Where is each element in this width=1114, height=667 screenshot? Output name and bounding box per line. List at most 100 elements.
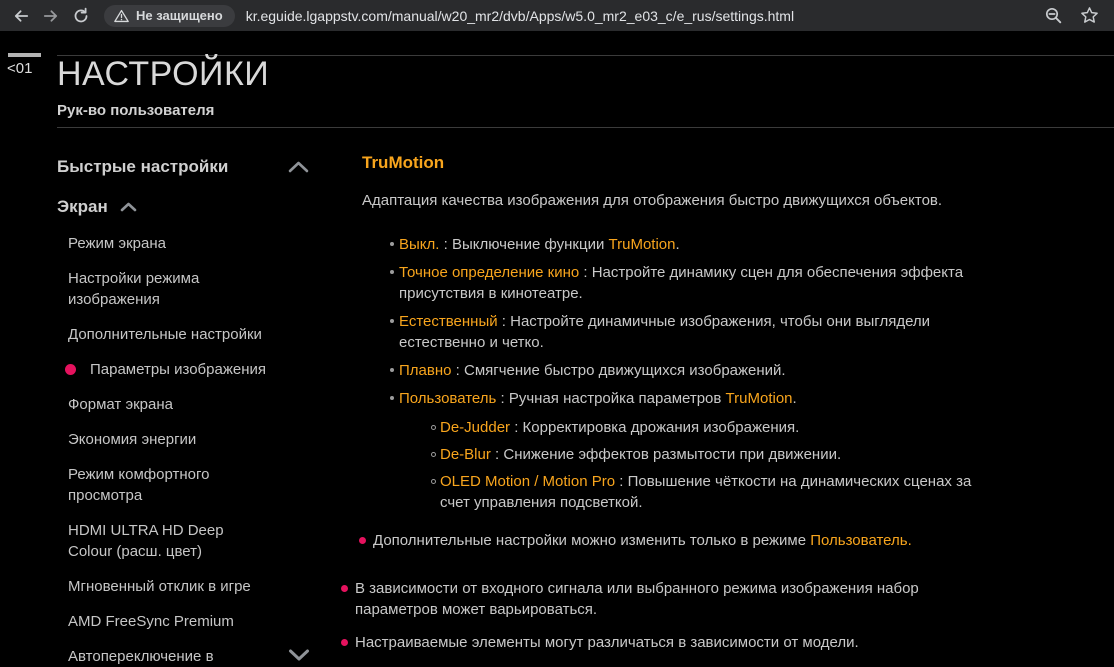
text-segment: Дополнительные настройки можно изменить … (373, 532, 810, 549)
accent-term: Выкл. (399, 236, 439, 253)
option-item: Плавно : Смягчение быстро движущихся изо… (362, 360, 1034, 381)
sidebar-section[interactable]: Быстрые настройки (57, 157, 309, 176)
sidebar-item-active[interactable]: Параметры изображения (57, 359, 329, 380)
accent-term: De-Blur (440, 446, 491, 463)
accent-term: OLED Motion / Motion Pro (440, 473, 615, 490)
security-chip[interactable]: Не защищено (104, 5, 235, 27)
bullet-icon (390, 368, 394, 372)
accent-term: Пользователь (399, 390, 496, 407)
chapter-marker[interactable]: <01 (7, 60, 32, 77)
note-item: В зависимости от входного сигнала или вы… (344, 578, 1034, 620)
accent-term: De-Judder (440, 419, 510, 436)
sidebar-item-label: Режим комфортного просмотра (68, 466, 209, 504)
text-segment: В зависимости от входного сигнала или вы… (355, 580, 919, 618)
circle-bullet-icon (431, 425, 436, 430)
accent-term: Пользователь. (810, 532, 912, 549)
forward-button[interactable] (36, 3, 66, 29)
sidebar-section[interactable]: Экран (57, 197, 309, 216)
chapter-indicator-bar (8, 53, 41, 57)
bullet-icon (390, 270, 394, 274)
pink-bullet-icon (359, 537, 366, 544)
option-item: Пользователь : Ручная настройка параметр… (362, 388, 1034, 409)
sidebar-item-label: Мгновенный отклик в игре (68, 578, 251, 595)
sub-option-list: De-Judder : Корректировка дрожания изобр… (362, 417, 1034, 513)
sidebar-item-label: Экономия энергии (68, 431, 196, 448)
note-item: Дополнительные настройки можно изменить … (362, 530, 1034, 551)
warning-icon (114, 9, 129, 23)
sidebar-item-label: AMD FreeSync Premium (68, 613, 234, 630)
sidebar-section-label: Экран (57, 197, 108, 216)
sidebar-item[interactable]: Дополнительные настройки (57, 324, 329, 345)
sidebar-item-label: HDMI ULTRA HD Deep Colour (расш. цвет) (68, 522, 224, 560)
sidebar-section-label: Быстрые настройки (57, 157, 228, 176)
sidebar-item-label: Режим экрана (68, 235, 166, 252)
back-button[interactable] (6, 3, 36, 29)
sidebar-item-label: Дополнительные настройки (68, 326, 262, 343)
sidebar-item-label: Настройки режима изображения (68, 270, 199, 308)
bullet-icon (390, 319, 394, 323)
sidebar-item[interactable]: Мгновенный отклик в игре (57, 576, 329, 597)
accent-term: Плавно (399, 362, 451, 379)
text-segment: . (675, 236, 679, 253)
sidebar-item[interactable]: Режим экрана (57, 233, 329, 254)
header-divider (57, 127, 1114, 128)
article-intro: Адаптация качества изображения для отобр… (362, 190, 1034, 211)
sidebar-item[interactable]: HDMI ULTRA HD Deep Colour (расш. цвет) (57, 520, 329, 562)
text-segment: : Смягчение быстро движущихся изображени… (451, 362, 785, 379)
active-dot-icon (65, 364, 76, 375)
zoom-out-icon (1044, 6, 1063, 25)
accent-term: Точное определение кино (399, 264, 579, 281)
zoom-button[interactable] (1038, 3, 1068, 29)
text-segment: : Снижение эффектов размытости при движе… (491, 446, 841, 463)
chevron-up-icon (288, 161, 309, 173)
manual-page: <01 НАСТРОЙКИ Рук-во пользователя Быстры… (0, 31, 1114, 667)
pink-bullet-icon (341, 639, 348, 646)
accent-term: Естественный (399, 313, 498, 330)
back-icon (12, 7, 30, 25)
page-subtitle: Рук-во пользователя (57, 102, 214, 119)
text-segment: : Корректировка дрожания изображения. (510, 419, 799, 436)
bullet-icon (390, 242, 394, 246)
sub-option-item: De-Judder : Корректировка дрожания изобр… (362, 417, 1034, 438)
accent-term: TruMotion (609, 236, 676, 253)
article-content: TruMotion Адаптация качества изображения… (362, 153, 1034, 653)
text-segment: : Ручная настройка параметров (496, 390, 725, 407)
settings-sidebar: Быстрые настройки Экран Режим экрана Настро… (57, 157, 329, 667)
circle-bullet-icon (431, 452, 436, 457)
sidebar-item[interactable]: Настройки режима изображения (57, 268, 329, 310)
sidebar-scroll-down-icon[interactable] (288, 648, 310, 662)
note-item: Настраиваемые элементы могут различаться… (344, 632, 1034, 653)
browser-toolbar: Не защищено kr.eguide.lgappstv.com/manua… (0, 0, 1114, 31)
pink-bullet-icon (341, 585, 348, 592)
option-item: Естественный : Настройте динамичные изоб… (362, 311, 1034, 353)
article-heading: TruMotion (362, 153, 1034, 172)
browser-window: Не защищено kr.eguide.lgappstv.com/manua… (0, 0, 1114, 667)
note-list: Дополнительные настройки можно изменить … (362, 530, 1034, 653)
option-item: Точное определение кино : Настройте дина… (362, 262, 1034, 304)
sub-option-item: OLED Motion / Motion Pro : Повышение чёт… (362, 471, 1034, 513)
accent-term: TruMotion (726, 390, 793, 407)
forward-icon (42, 7, 60, 25)
sidebar-item[interactable]: Экономия энергии (57, 429, 329, 450)
sidebar-item[interactable]: Режим комфортного просмотра (57, 464, 329, 506)
text-segment: Настраиваемые элементы могут различаться… (355, 634, 859, 651)
sidebar-item[interactable]: Формат экрана (57, 394, 329, 415)
page-title: НАСТРОЙКИ (57, 57, 269, 91)
sidebar-item-label: Автопереключение в (68, 648, 214, 665)
circle-bullet-icon (431, 479, 436, 484)
option-list: Выкл. : Выключение функции TruMotion. Точ… (362, 234, 1034, 513)
bookmark-button[interactable] (1074, 3, 1104, 29)
security-chip-label: Не защищено (136, 8, 223, 23)
bullet-icon (390, 396, 394, 400)
reload-button[interactable] (66, 3, 96, 29)
sidebar-item[interactable]: AMD FreeSync Premium (57, 611, 329, 632)
option-item: Выкл. : Выключение функции TruMotion. (362, 234, 1034, 255)
sidebar-item-label: Формат экрана (68, 396, 173, 413)
text-segment: . (793, 390, 797, 407)
sidebar-item-label: Параметры изображения (90, 359, 266, 380)
reload-icon (72, 7, 90, 25)
address-bar[interactable]: kr.eguide.lgappstv.com/manual/w20_mr2/dv… (246, 8, 794, 24)
text-segment: : Выключение функции (439, 236, 608, 253)
sub-option-item: De-Blur : Снижение эффектов размытости п… (362, 444, 1034, 465)
chevron-up-icon (120, 202, 137, 212)
